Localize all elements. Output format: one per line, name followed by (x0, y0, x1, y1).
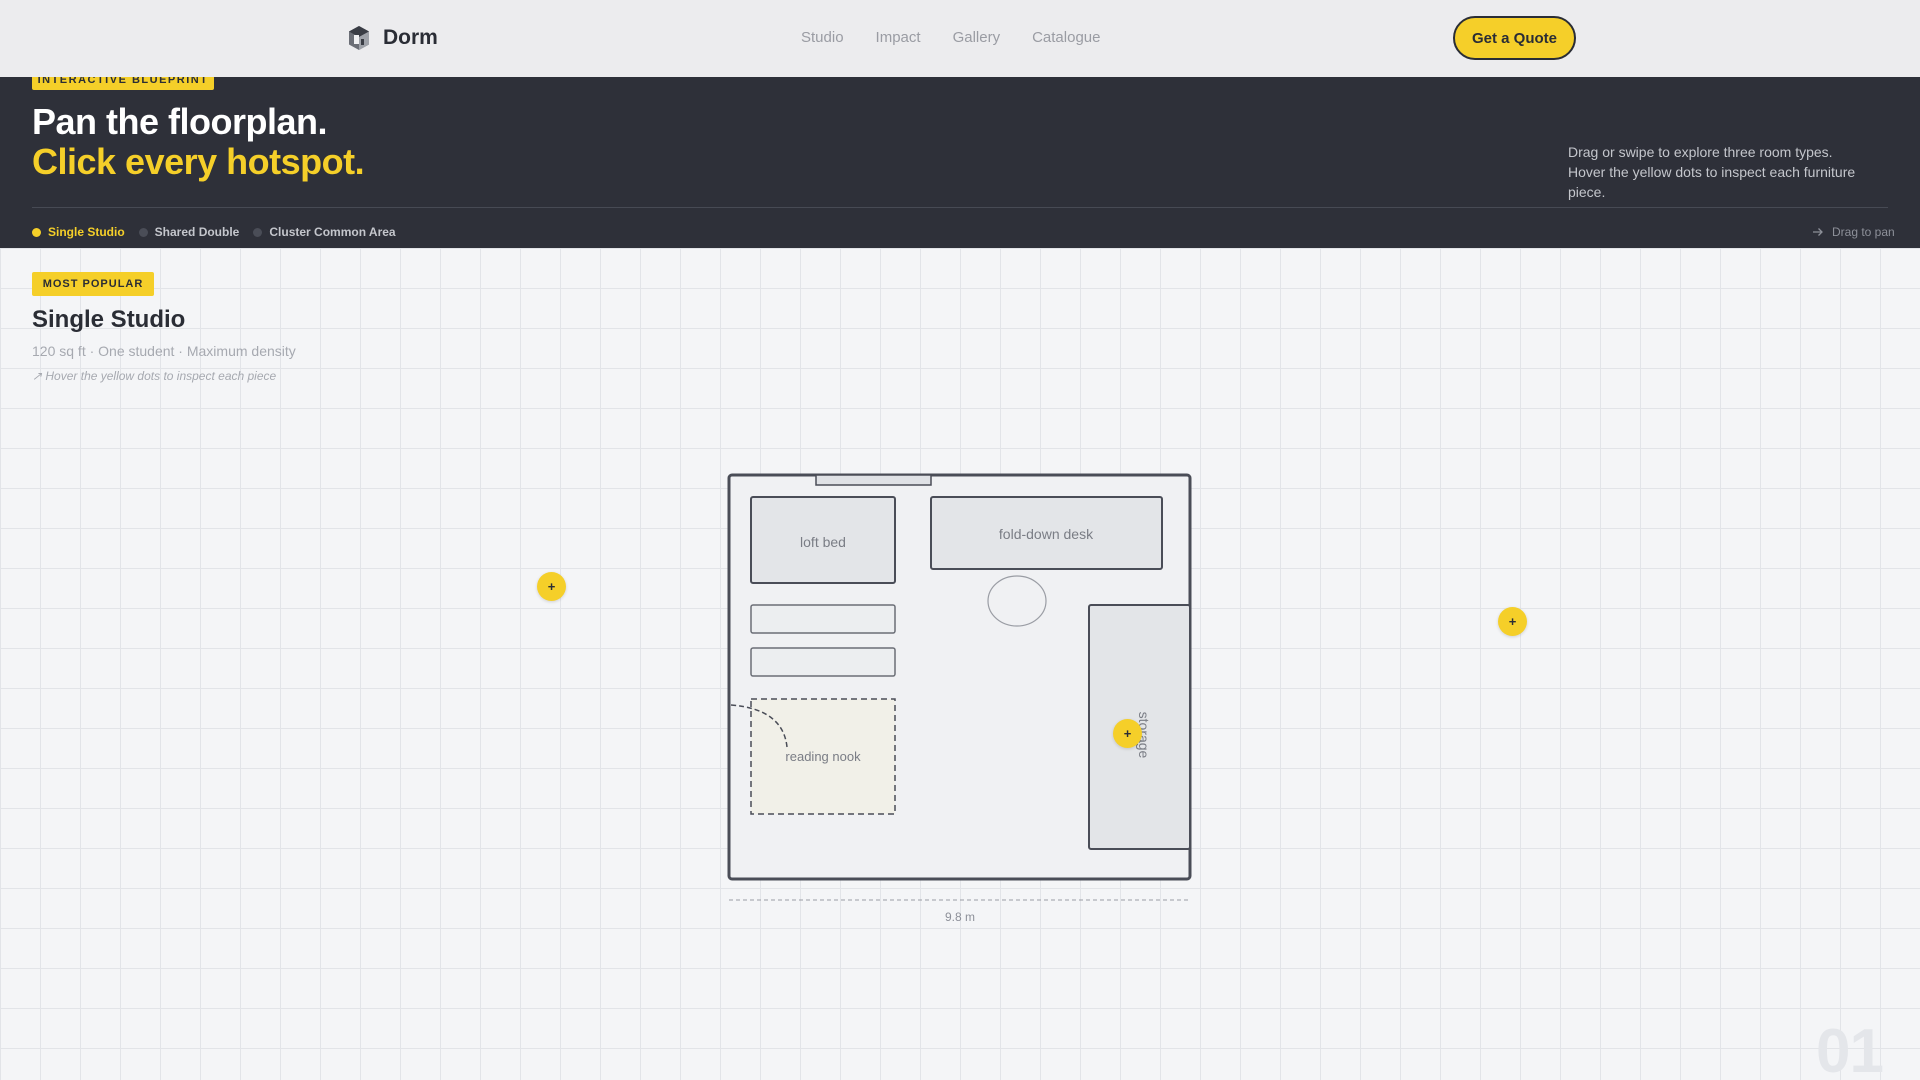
tab-label: Single Studio (48, 225, 125, 239)
hotspot-storage[interactable]: + (1113, 719, 1142, 748)
tab-dot-icon (253, 227, 263, 237)
tab-label: Shared Double (154, 225, 240, 239)
brand-name: Dorm (383, 26, 438, 49)
top-nav: Dorm Studio Impact Gallery Catalogue Get… (0, 0, 1920, 77)
cube-logo-icon (349, 26, 369, 50)
tab-label: Cluster Common Area (269, 225, 396, 239)
loft-bed-label: loft bed (800, 534, 846, 550)
brand[interactable]: Dorm (347, 24, 438, 52)
tab-cluster-common-area[interactable]: Cluster Common Area (253, 225, 396, 239)
fold-down-desk-label: fold-down desk (999, 526, 1094, 542)
window (815, 474, 932, 486)
hero-title: Pan the floorplan. (32, 101, 328, 142)
hotspot-right[interactable]: + (1498, 607, 1527, 636)
floorplan-drawing: loft bed fold-down desk reading nook sto… (727, 473, 1192, 924)
room-type-tabs: Single Studio Shared Double Cluster Comm… (32, 225, 396, 239)
reading-nook-label: reading nook (785, 749, 861, 764)
tab-single-studio[interactable]: Single Studio (32, 225, 125, 239)
hero-subtitle: Click every hotspot. (32, 141, 365, 182)
shelf-lower (750, 647, 896, 677)
tab-dot-icon (32, 227, 41, 237)
nav-link-gallery[interactable]: Gallery (953, 29, 1001, 46)
nav-links: Studio Impact Gallery Catalogue (801, 29, 1100, 46)
dimension-label: 9.8 m (945, 910, 975, 924)
room-number: 01 (1816, 1017, 1884, 1080)
get-quote-button[interactable]: Get a Quote (1453, 16, 1576, 60)
hero-description: Drag or swipe to explore three room type… (1568, 144, 1856, 200)
tab-shared-double[interactable]: Shared Double (138, 225, 240, 239)
arrow-right-icon (1813, 228, 1823, 236)
shelf-upper (750, 604, 896, 634)
drag-hint: Drag to pan (1812, 225, 1895, 239)
floorplan-canvas[interactable]: MOST POPULAR Single Studio 120 sq ft · O… (0, 248, 1920, 1080)
hotspot-left[interactable]: + (537, 572, 566, 601)
nav-link-studio[interactable]: Studio (801, 29, 844, 46)
drag-hint-label: Drag to pan (1832, 225, 1895, 239)
nav-link-catalogue[interactable]: Catalogue (1032, 29, 1100, 46)
hero-divider (32, 207, 1888, 208)
nav-link-impact[interactable]: Impact (876, 29, 921, 46)
tab-dot-icon (138, 227, 148, 237)
